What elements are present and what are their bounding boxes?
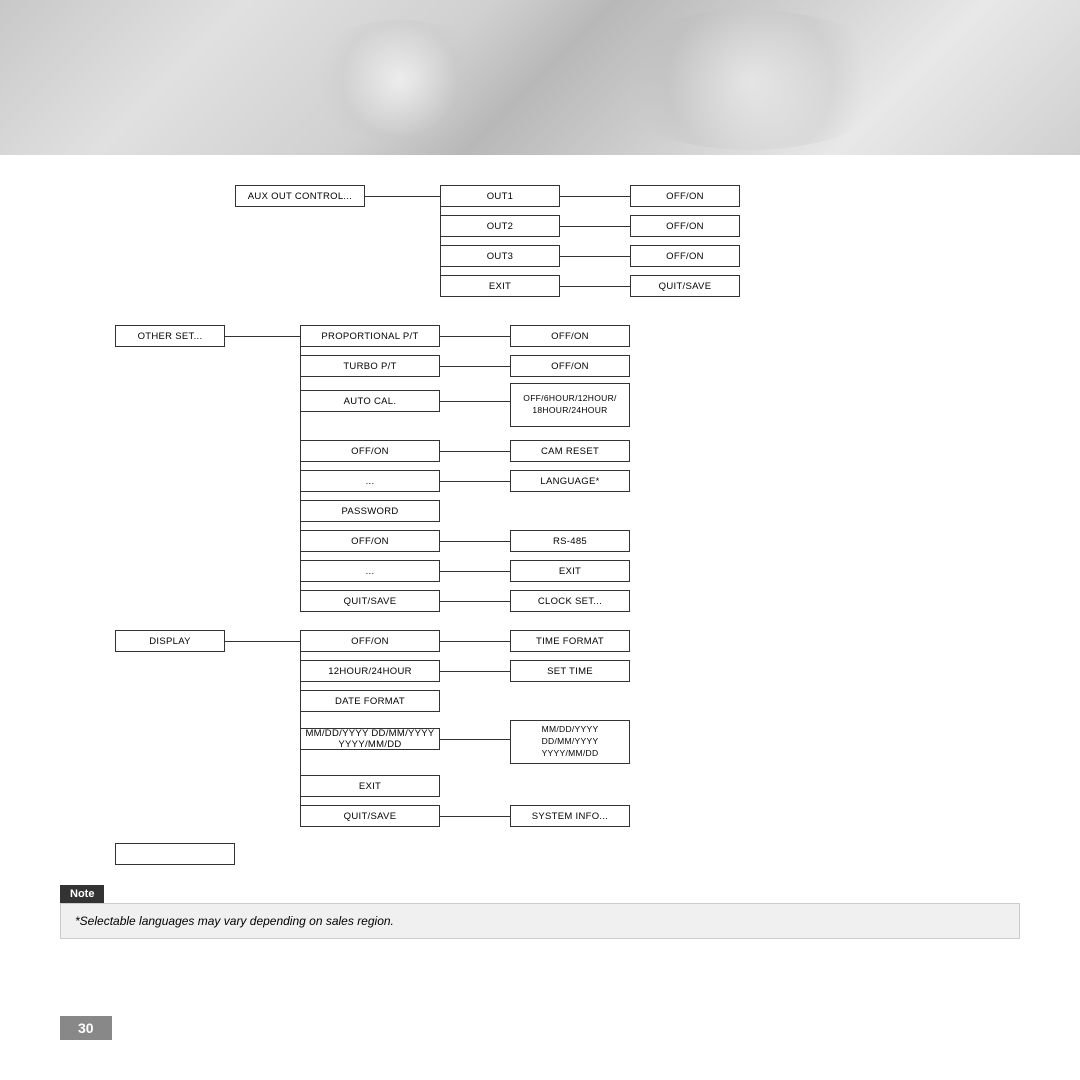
display-box: OFF/ON xyxy=(300,630,440,652)
aux-exit-val-box: QUIT/SAVE xyxy=(630,275,740,297)
time-format-val-box: SET TIME xyxy=(510,660,630,682)
page-number: 30 xyxy=(60,1016,112,1040)
cam-reset-box: ... xyxy=(300,470,440,492)
other-exit-box: QUIT/SAVE xyxy=(300,590,440,612)
out1-val-box: OFF/ON xyxy=(630,185,740,207)
time-format-box: 12HOUR/24HOUR xyxy=(300,660,440,682)
proportional-box: PROPORTIONAL P/T xyxy=(300,325,440,347)
turbo-val-box: OFF/ON xyxy=(510,355,630,377)
set-date-box: EXIT xyxy=(300,775,440,797)
date-format-val-text: MM/DD/YYYY DD/MM/YYYYYYYY/MM/DD xyxy=(515,724,625,760)
turbo-box: TURBO P/T xyxy=(300,355,440,377)
system-info-box xyxy=(115,843,235,865)
set-time-box: DATE FORMAT xyxy=(300,690,440,712)
password-box: OFF/ON xyxy=(300,530,440,552)
rs485-box: ... xyxy=(300,560,440,582)
password-val-box: RS-485 xyxy=(510,530,630,552)
aux-exit-box: EXIT xyxy=(440,275,560,297)
clock-set-box: DISPLAY xyxy=(115,630,225,652)
other-set-box: OTHER SET... xyxy=(115,325,225,347)
auto-cal-box: AUTO CAL. xyxy=(300,390,440,412)
rs485-val-box: EXIT xyxy=(510,560,630,582)
date-format-val-box: MM/DD/YYYY DD/MM/YYYYYYYY/MM/DD xyxy=(510,720,630,764)
clock-exit-box: QUIT/SAVE xyxy=(300,805,440,827)
header-image xyxy=(0,0,1080,155)
auto-cal-val-text: OFF/6HOUR/12HOUR/18HOUR/24HOUR xyxy=(523,393,616,417)
out1-box: OUT1 xyxy=(440,185,560,207)
note-section: Note *Selectable languages may vary depe… xyxy=(60,885,1020,939)
note-body: *Selectable languages may vary depending… xyxy=(60,903,1020,939)
prop-val-box: OFF/ON xyxy=(510,325,630,347)
cam-reset-val-box: LANGUAGE* xyxy=(510,470,630,492)
auto-cal-val-box: OFF/6HOUR/12HOUR/18HOUR/24HOUR xyxy=(510,383,630,427)
language-box: PASSWORD xyxy=(300,500,440,522)
other-exit-val-box: CLOCK SET... xyxy=(510,590,630,612)
aux-out-control-box: AUX OUT CONTROL... xyxy=(235,185,365,207)
display-val-box: TIME FORMAT xyxy=(510,630,630,652)
out2-val-box: OFF/ON xyxy=(630,215,740,237)
d-flip-val-box: CAM RESET xyxy=(510,440,630,462)
note-title: Note xyxy=(60,885,104,903)
out3-val-box: OFF/ON xyxy=(630,245,740,267)
date-format-box: MM/DD/YYYY DD/MM/YYYY YYYY/MM/DD xyxy=(300,728,440,750)
out3-box: OUT3 xyxy=(440,245,560,267)
out2-box: OUT2 xyxy=(440,215,560,237)
clock-exit-val-box: SYSTEM INFO... xyxy=(510,805,630,827)
d-flip-box: OFF/ON xyxy=(300,440,440,462)
